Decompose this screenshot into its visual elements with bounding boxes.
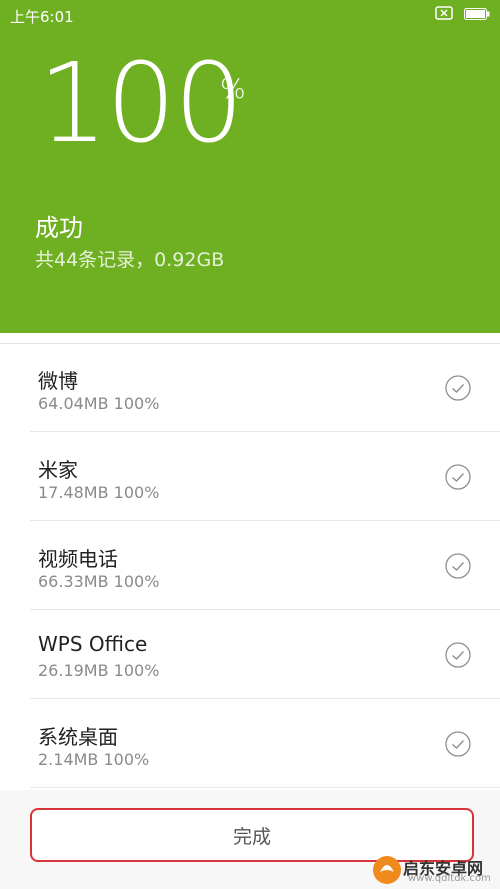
status-time: 上午6:01: [10, 8, 74, 26]
result-title: 成功: [35, 214, 83, 242]
item-detail: 17.48MB 100%: [38, 483, 160, 502]
item-name: 米家: [38, 458, 78, 482]
list-item[interactable]: 视频电话 66.33MB 100%: [30, 521, 500, 610]
list-item[interactable]: WPS Office 26.19MB 100%: [30, 610, 500, 699]
watermark-url: www.qdltdk.com: [408, 873, 491, 884]
progress-value: 100: [38, 39, 244, 167]
item-detail: 2.14MB 100%: [38, 750, 150, 769]
battery-icon: [464, 8, 490, 20]
screen: 上午6:01 100 % 成功 共44条记录，0.92GB 微博 64.04MB…: [0, 0, 500, 889]
item-detail: 64.04MB 100%: [38, 394, 160, 413]
item-name: 视频电话: [38, 547, 118, 571]
list-item[interactable]: 微博 64.04MB 100%: [30, 343, 500, 432]
check-circle-icon: [445, 731, 471, 757]
transfer-list: 微博 64.04MB 100% 米家 17.48MB 100% 视频电话 66.…: [0, 343, 500, 788]
list-item[interactable]: 系统桌面 2.14MB 100%: [30, 699, 500, 788]
check-circle-icon: [445, 375, 471, 401]
list-item[interactable]: 米家 17.48MB 100%: [30, 432, 500, 521]
item-name: WPS Office: [38, 632, 148, 656]
item-detail: 26.19MB 100%: [38, 661, 160, 680]
result-header: 上午6:01 100 % 成功 共44条记录，0.92GB: [0, 0, 500, 333]
item-name: 微博: [38, 369, 78, 393]
item-detail: 66.33MB 100%: [38, 572, 160, 591]
result-summary: 共44条记录，0.92GB: [35, 249, 225, 271]
item-name: 系统桌面: [38, 725, 118, 749]
close-box-icon: [435, 6, 453, 20]
progress-unit: %: [220, 74, 246, 105]
check-circle-icon: [445, 464, 471, 490]
check-circle-icon: [445, 642, 471, 668]
check-circle-icon: [445, 553, 471, 579]
